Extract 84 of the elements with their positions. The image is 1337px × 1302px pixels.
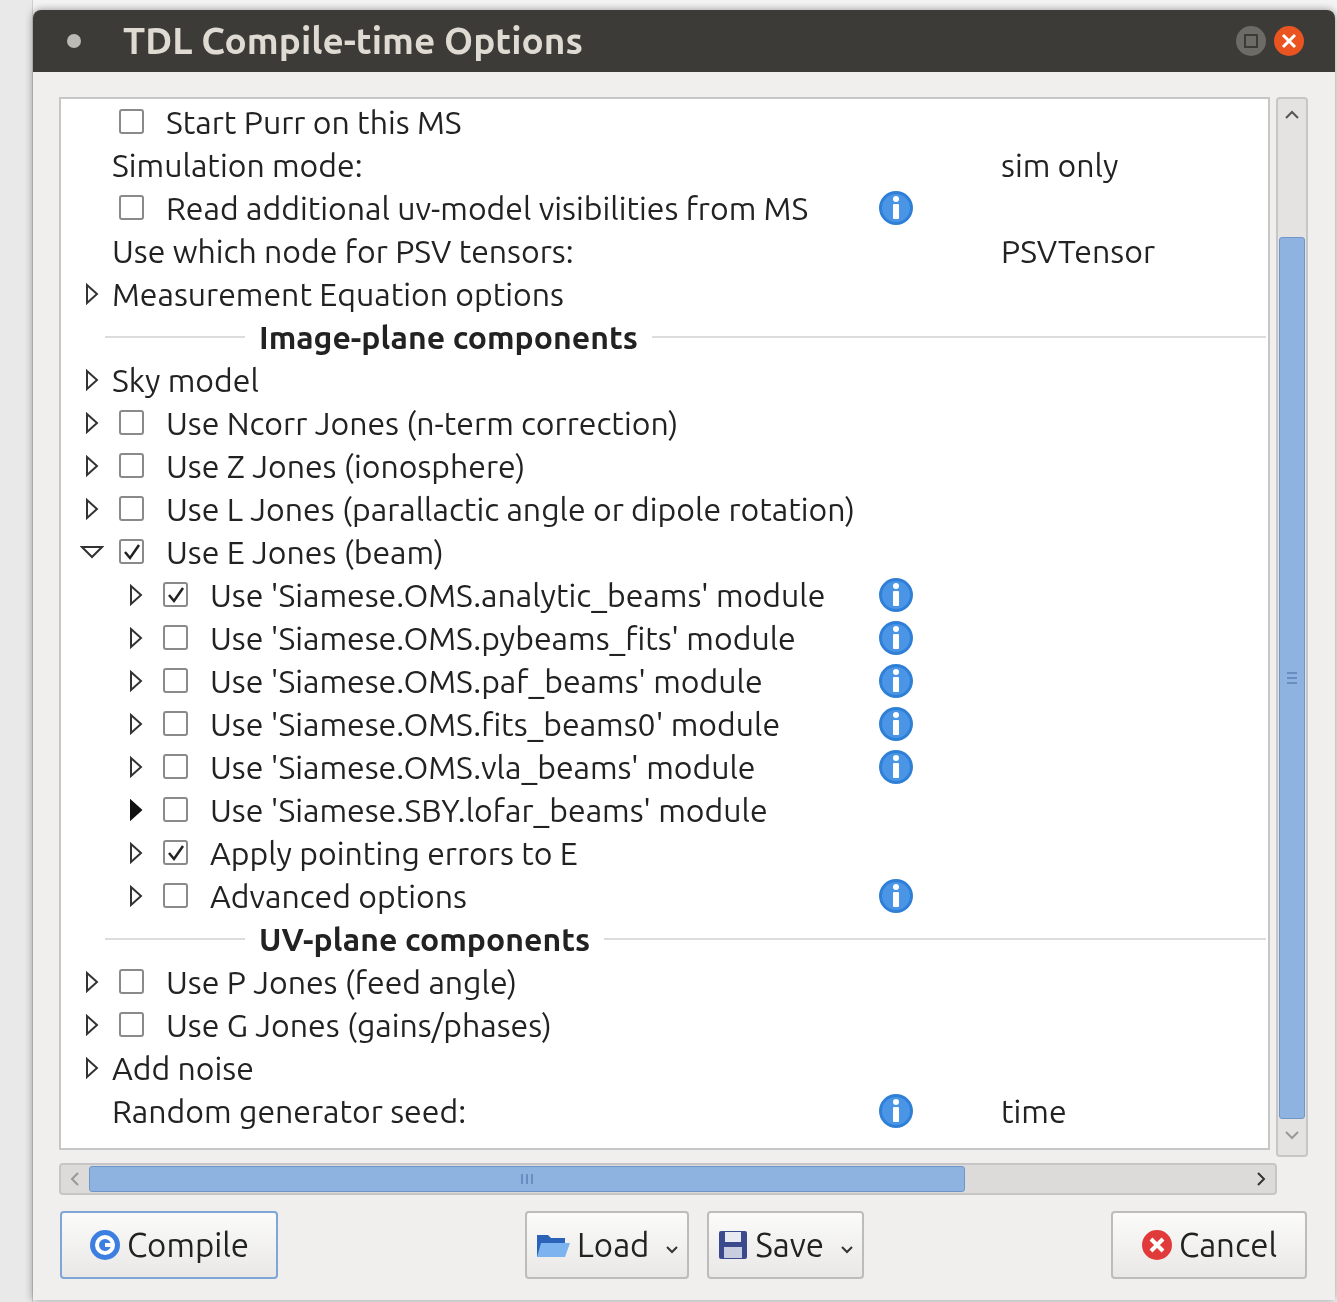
option-label: Use Ncorr Jones (n-term correction): [166, 403, 679, 443]
setting-value[interactable]: PSVTensor: [1001, 226, 1156, 275]
checkbox[interactable]: [119, 109, 144, 134]
checkbox[interactable]: [119, 195, 144, 220]
expand-arrow-icon[interactable]: [85, 1013, 99, 1036]
group-label[interactable]: Add noise: [112, 1043, 254, 1092]
option-label: Apply pointing errors to E: [210, 833, 578, 873]
info-icon[interactable]: [878, 748, 914, 785]
option-label: Use 'Siamese.OMS.vla_beams' module: [210, 747, 756, 787]
vertical-scrollbar[interactable]: [1276, 97, 1308, 1157]
section-heading: UV-plane components: [258, 919, 592, 959]
option-label: Use 'Siamese.SBY.lofar_beams' module: [210, 790, 768, 830]
section-heading: Image-plane components: [258, 317, 639, 357]
expand-arrow-icon[interactable]: [85, 454, 99, 477]
option-label: Read additional uv-model visibilities from MS: [166, 188, 809, 228]
checkbox[interactable]: [119, 969, 144, 994]
expand-arrow-icon[interactable]: [85, 368, 99, 391]
window-title: TDL Compile-time Options: [123, 19, 583, 64]
floppy-icon: [717, 1229, 750, 1261]
setting-value[interactable]: sim only: [1001, 140, 1119, 189]
info-icon[interactable]: [878, 1092, 914, 1129]
checkbox[interactable]: [163, 754, 188, 779]
maximize-icon[interactable]: [1235, 25, 1267, 57]
close-icon[interactable]: [1273, 25, 1305, 57]
expand-arrow-icon[interactable]: [129, 755, 143, 778]
setting-label: Simulation mode:: [112, 145, 363, 185]
option-label: Advanced options: [210, 876, 467, 916]
expand-arrow-icon[interactable]: [129, 712, 143, 735]
info-icon[interactable]: [878, 189, 914, 226]
option-label: Start Purr on this MS: [166, 102, 462, 142]
expand-arrow-icon[interactable]: [85, 282, 99, 305]
option-label: Use E Jones (beam): [166, 532, 444, 572]
option-label: Use 'Siamese.OMS.analytic_beams' module: [210, 575, 826, 615]
option-label: Use 'Siamese.OMS.paf_beams' module: [210, 661, 763, 701]
option-label: Use Z Jones (ionosphere): [166, 446, 526, 486]
setting-value[interactable]: time: [1001, 1086, 1067, 1135]
checkbox[interactable]: [119, 496, 144, 521]
cancel-button[interactable]: Cancel: [1111, 1211, 1307, 1279]
expand-arrow-icon[interactable]: [129, 798, 143, 821]
checkbox[interactable]: [163, 840, 188, 865]
expand-arrow-icon[interactable]: [129, 669, 143, 692]
expand-arrow-icon[interactable]: [85, 970, 99, 993]
group-label[interactable]: Measurement Equation options: [112, 269, 564, 318]
info-icon[interactable]: [878, 619, 914, 656]
expand-arrow-icon[interactable]: [85, 497, 99, 520]
option-label: Use 'Siamese.OMS.pybeams_fits' module: [210, 618, 796, 658]
info-icon[interactable]: [878, 877, 914, 914]
save-button[interactable]: Save: [707, 1211, 864, 1279]
option-label: Use P Jones (feed angle): [166, 962, 518, 1002]
group-label[interactable]: Sky model: [112, 355, 259, 404]
checkbox[interactable]: [119, 410, 144, 435]
checkbox[interactable]: [119, 453, 144, 478]
checkbox[interactable]: [163, 582, 188, 607]
compile-icon: [88, 1229, 121, 1261]
expand-arrow-icon[interactable]: [129, 841, 143, 864]
checkbox[interactable]: [163, 797, 188, 822]
option-label: Use L Jones (parallactic angle or dipole rotation): [166, 489, 856, 529]
expand-arrow-icon[interactable]: [129, 884, 143, 907]
checkbox[interactable]: [163, 668, 188, 693]
setting-label: Random generator seed:: [112, 1091, 467, 1131]
collapse-arrow-icon[interactable]: [80, 544, 104, 559]
checkbox[interactable]: [163, 883, 188, 908]
compile-button[interactable]: Compile: [60, 1211, 278, 1279]
expand-arrow-icon[interactable]: [85, 1056, 99, 1079]
scrollbar-thumb[interactable]: [89, 1166, 965, 1192]
grip-icon: [520, 1173, 534, 1185]
info-icon[interactable]: [878, 662, 914, 699]
scrollbar-thumb[interactable]: [1279, 237, 1305, 1119]
setting-label: Use which node for PSV tensors:: [112, 231, 574, 271]
expand-arrow-icon[interactable]: [129, 583, 143, 606]
grip-icon: [1286, 671, 1298, 685]
info-icon[interactable]: [878, 705, 914, 742]
expand-arrow-icon[interactable]: [129, 626, 143, 649]
expand-arrow-icon[interactable]: [85, 411, 99, 434]
info-icon[interactable]: [878, 576, 914, 613]
cancel-icon: [1140, 1229, 1173, 1261]
option-label: Use G Jones (gains/phases): [166, 1005, 552, 1045]
option-label: Use 'Siamese.OMS.fits_beams0' module: [210, 704, 781, 744]
checkbox[interactable]: [163, 625, 188, 650]
horizontal-scrollbar[interactable]: [59, 1163, 1277, 1195]
checkbox[interactable]: [119, 539, 144, 564]
checkbox[interactable]: [119, 1012, 144, 1037]
checkbox[interactable]: [163, 711, 188, 736]
load-button[interactable]: Load: [525, 1211, 690, 1279]
